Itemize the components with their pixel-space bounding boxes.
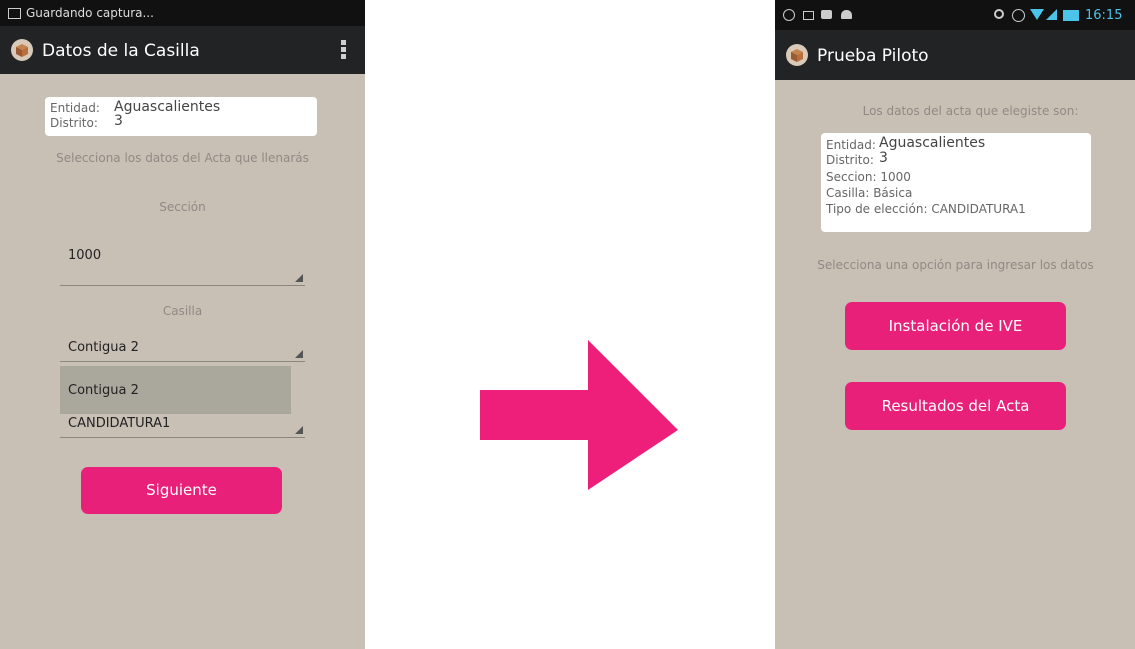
resultados-acta-button[interactable]: Resultados del Acta	[845, 382, 1066, 430]
seccion-value: 1000	[68, 248, 102, 263]
casilla-label: Casilla	[162, 304, 203, 318]
casilla-dropdown-option[interactable]: Contigua 2	[60, 366, 291, 414]
summary-tipo: Tipo de elección: CANDIDATURA1	[826, 202, 1026, 216]
status-bar: Guardando captura...	[0, 0, 365, 26]
action-bar-title: Prueba Piloto	[817, 46, 929, 66]
signal-icon	[1046, 9, 1057, 20]
siguiente-button-label: Siguiente	[146, 481, 217, 499]
phone-screen-left: Guardando captura... Datos de la Casilla…	[0, 0, 365, 649]
action-bar: Prueba Piloto	[775, 30, 1135, 80]
app-logo-icon	[11, 39, 33, 61]
prompt-text: Selecciona una opción para ingresar los …	[817, 258, 1094, 272]
phone-screen-right: 16:15 Prueba Piloto Los datos del acta q…	[775, 0, 1135, 649]
info-card: Entidad: Aguascalientes Distrito: 3	[45, 97, 317, 136]
seccion-spinner[interactable]: 1000	[60, 240, 305, 286]
entidad-value: Aguascalientes	[114, 99, 221, 115]
siguiente-button[interactable]: Siguiente	[81, 467, 282, 514]
summary-distrito-value: 3	[879, 150, 888, 166]
image-notification-icon	[8, 8, 21, 19]
tipo-eleccion-value: CANDIDATURA1	[68, 416, 171, 431]
data-sync-icon	[994, 9, 1004, 19]
entidad-label: Entidad:	[50, 101, 100, 115]
distrito-value: 3	[114, 113, 123, 129]
status-notification-text: Guardando captura...	[26, 6, 154, 20]
casilla-spinner[interactable]: Contigua 2	[60, 333, 305, 362]
message-icon	[803, 11, 814, 20]
app-logo-icon	[786, 44, 808, 66]
resultados-button-label: Resultados del Acta	[881, 397, 1030, 415]
battery-icon	[1063, 10, 1079, 21]
action-bar: Datos de la Casilla	[0, 26, 365, 74]
spinner-arrow-icon	[295, 426, 303, 434]
summary-entidad-value: Aguascalientes	[879, 135, 986, 151]
spinner-arrow-icon	[295, 350, 303, 358]
android-icon	[841, 10, 852, 19]
distrito-label: Distrito:	[50, 116, 98, 130]
instalacion-button-label: Instalación de IVE	[888, 317, 1023, 335]
intro-text: Los datos del acta que elegiste son:	[862, 104, 1079, 118]
seccion-label: Sección	[159, 200, 206, 214]
arrow-right-icon	[480, 340, 678, 490]
summary-seccion: Seccion: 1000	[826, 170, 911, 184]
status-bar: 16:15	[775, 0, 1135, 30]
alarm-icon	[1012, 9, 1025, 22]
wifi-icon	[1030, 9, 1044, 20]
instalacion-ive-button[interactable]: Instalación de IVE	[845, 302, 1066, 350]
action-bar-title: Datos de la Casilla	[42, 41, 200, 61]
tipo-eleccion-spinner[interactable]: CANDIDATURA1	[60, 414, 305, 438]
dropdown-option-label: Contigua 2	[68, 383, 139, 398]
summary-card: Entidad: Aguascalientes Distrito: 3 Secc…	[821, 133, 1091, 232]
overflow-menu-icon[interactable]	[339, 40, 347, 62]
photo-icon	[821, 10, 832, 19]
whatsapp-icon	[783, 9, 795, 21]
summary-casilla: Casilla: Básica	[826, 186, 913, 200]
instruction-text: Selecciona los datos del Acta que llenar…	[56, 151, 309, 165]
summary-distrito-label: Distrito:	[826, 153, 874, 167]
clock-time: 16:15	[1085, 8, 1123, 23]
spinner-arrow-icon	[295, 274, 303, 282]
casilla-value: Contigua 2	[68, 340, 139, 355]
summary-entidad-label: Entidad:	[826, 138, 876, 152]
